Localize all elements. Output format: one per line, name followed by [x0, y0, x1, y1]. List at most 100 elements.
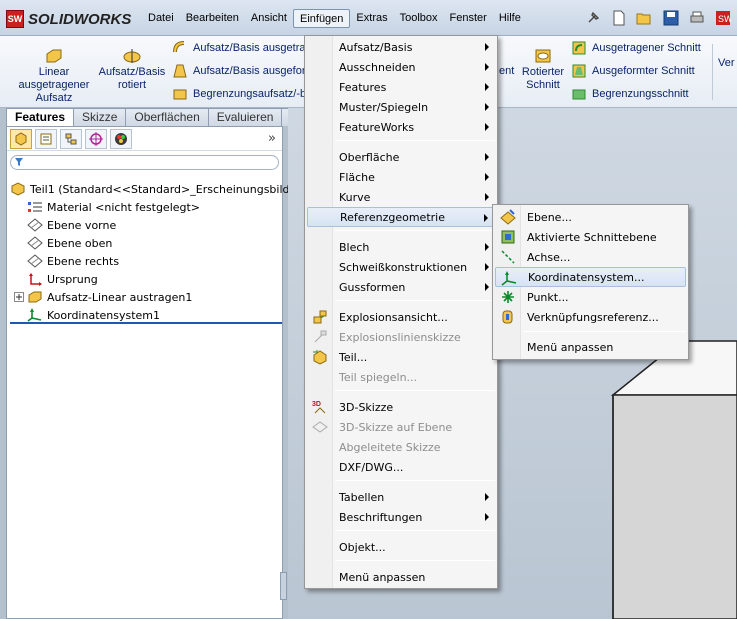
menu-item-label: Teil spiegeln...: [339, 370, 418, 384]
menu-item-label: Gussformen: [339, 280, 406, 294]
boundary-boss-label: Begrenzungsaufsatz/-b: [193, 88, 307, 100]
menu-ansicht[interactable]: Ansicht: [245, 9, 293, 28]
menu-item-label: Menü anpassen: [339, 570, 426, 584]
menu-fenster[interactable]: Fenster: [444, 9, 493, 28]
linear-boss-button[interactable]: Linear ausgetragener Aufsatz: [14, 48, 94, 105]
display-manager-tab-icon[interactable]: [110, 128, 132, 149]
menu-hilfe[interactable]: Hilfe: [493, 9, 527, 28]
tree-material[interactable]: Material <nicht festgelegt>: [27, 198, 200, 216]
menu-item-label: Menü anpassen: [527, 340, 614, 354]
menu-item-3d-skizze-auf-ebene: 3D-Skizze auf Ebene: [307, 417, 495, 437]
tree-origin[interactable]: Ursprung: [27, 270, 98, 288]
submenu-arrow-icon: [485, 43, 489, 51]
menu-item-oberflaeche[interactable]: Oberfläche: [307, 147, 495, 167]
expand-plus-icon[interactable]: [14, 292, 24, 302]
section-plane-icon: [499, 229, 517, 245]
tree-part-root[interactable]: Teil1 (Standard<<Standard>_Erscheinungsb…: [10, 180, 290, 198]
panel-splitter-handle[interactable]: [280, 572, 287, 600]
menu-item-referenzgeometrie[interactable]: Referenzgeometrie: [307, 207, 495, 227]
menu-item-label: Ausschneiden: [339, 60, 416, 74]
new-document-icon[interactable]: [608, 7, 630, 29]
boundary-boss-button[interactable]: Begrenzungsaufsatz/-b: [172, 86, 306, 102]
lofted-cut-button[interactable]: Ausgeformter Schnitt: [571, 63, 695, 79]
open-folder-icon[interactable]: [634, 7, 656, 29]
rollback-bar[interactable]: [10, 322, 282, 324]
tree-label: Ebene vorne: [47, 218, 117, 232]
panel-more-chevron-icon[interactable]: »: [268, 131, 276, 146]
menu-item-flaeche[interactable]: Fläche: [307, 167, 495, 187]
menu-item-ausschneiden[interactable]: Ausschneiden: [307, 57, 495, 77]
sweep-boss-button[interactable]: Aufsatz/Basis ausgetra: [172, 40, 306, 56]
configuration-manager-tab-icon[interactable]: [60, 128, 82, 149]
menu-item-aufsatz-basis[interactable]: Aufsatz/Basis: [307, 37, 495, 57]
submenu-item-verknuepfungsreferenz[interactable]: Verknüpfungsreferenz...: [495, 307, 686, 327]
menu-item-menue-anpassen[interactable]: Menü anpassen: [307, 567, 495, 587]
revolved-boss-label: Aufsatz/Basis rotiert: [98, 66, 166, 91]
extruded-cut-partial[interactable]: ent: [499, 65, 514, 77]
feature-manager-tab-icon[interactable]: [10, 128, 32, 149]
tab-evaluieren[interactable]: Evaluieren: [207, 108, 283, 126]
revolved-boss-button[interactable]: Aufsatz/Basis rotiert: [97, 48, 167, 92]
menu-item-gussformen[interactable]: Gussformen: [307, 277, 495, 297]
menu-item-featureworks[interactable]: FeatureWorks: [307, 117, 495, 137]
tree-plane-front[interactable]: Ebene vorne: [27, 216, 116, 234]
extrude-boss-icon: [28, 291, 42, 303]
menu-item-schweisskonstruktionen[interactable]: Schweißkonstruktionen: [307, 257, 495, 277]
save-icon[interactable]: [660, 7, 682, 29]
command-manager-tabs: Features Skizze Oberflächen Evaluieren M: [6, 108, 310, 126]
menu-item-blech[interactable]: Blech: [307, 237, 495, 257]
ribbon-separator: [712, 44, 713, 100]
submenu-item-achse[interactable]: Achse...: [495, 247, 686, 267]
menu-item-tabellen[interactable]: Tabellen: [307, 487, 495, 507]
revolved-cut-button[interactable]: Rotierter Schnitt: [516, 48, 570, 92]
menu-toolbox[interactable]: Toolbox: [394, 9, 444, 28]
tab-features[interactable]: Features: [6, 108, 75, 126]
boundary-cut-button[interactable]: Begrenzungsschnitt: [571, 86, 689, 102]
menu-datei[interactable]: Datei: [142, 9, 180, 28]
pin-icon[interactable]: [582, 7, 604, 29]
menu-extras[interactable]: Extras: [350, 9, 393, 28]
submenu-item-ebene[interactable]: Ebene...: [495, 207, 686, 227]
tree-plane-top[interactable]: Ebene oben: [27, 234, 112, 252]
loft-boss-button[interactable]: Aufsatz/Basis ausgefor: [172, 63, 306, 79]
menu-separator: [335, 560, 495, 561]
menu-item-explosionsansicht[interactable]: Explosionsansicht...: [307, 307, 495, 327]
menu-separator: [335, 530, 495, 531]
submenu-item-menue-anpassen[interactable]: Menü anpassen: [495, 337, 686, 357]
menu-item-label: Referenzgeometrie: [340, 210, 445, 224]
menu-item-beschriftungen[interactable]: Beschriftungen: [307, 507, 495, 527]
menu-einfuegen[interactable]: Einfügen: [292, 9, 351, 28]
feature-manager-panel: » Teil1 (Standard<<Standard>_Erscheinung…: [6, 126, 290, 619]
tree-plane-right[interactable]: Ebene rechts: [27, 252, 119, 270]
submenu-arrow-icon: [485, 493, 489, 501]
submenu-item-punkt[interactable]: Punkt...: [495, 287, 686, 307]
dimxpert-manager-tab-icon[interactable]: [85, 128, 107, 149]
submenu-arrow-icon: [485, 513, 489, 521]
window-close-icon[interactable]: SW: [712, 7, 734, 29]
ribbon-overflow-label: Ver: [718, 57, 735, 69]
solidworks-logo[interactable]: SW SOLIDWORKS: [6, 9, 131, 29]
explode-view-icon: [311, 309, 329, 325]
menu-item-label: Fläche: [339, 170, 375, 184]
swept-cut-button[interactable]: Ausgetragener Schnitt: [571, 40, 701, 56]
submenu-item-koordinatensystem[interactable]: Koordinatensystem...: [495, 267, 686, 287]
submenu-item-aktivierte-schnittebene[interactable]: Aktivierte Schnittebene: [495, 227, 686, 247]
feature-filter[interactable]: [10, 155, 279, 170]
tab-skizze[interactable]: Skizze: [73, 108, 127, 126]
property-manager-tab-icon[interactable]: [35, 128, 57, 149]
menu-item-kurve[interactable]: Kurve: [307, 187, 495, 207]
menu-item-teil[interactable]: Teil...: [307, 347, 495, 367]
menu-separator: [335, 390, 495, 391]
menu-item-objekt[interactable]: Objekt...: [307, 537, 495, 557]
menu-item-3d-skizze[interactable]: 3D 3D-Skizze: [307, 397, 495, 417]
menu-item-dxf-dwg[interactable]: DXF/DWG...: [307, 457, 495, 477]
tree-extrude-feature[interactable]: Aufsatz-Linear austragen1: [14, 288, 192, 306]
print-icon[interactable]: [686, 7, 708, 29]
svg-text:SW: SW: [718, 14, 731, 24]
ribbon-overflow-partial[interactable]: Ver: [718, 57, 735, 69]
submenu-arrow-icon: [484, 214, 488, 222]
menu-bearbeiten[interactable]: Bearbeiten: [180, 9, 245, 28]
menu-item-muster-spiegeln[interactable]: Muster/Spiegeln: [307, 97, 495, 117]
tab-oberflaechen[interactable]: Oberflächen: [125, 108, 209, 126]
menu-item-features[interactable]: Features: [307, 77, 495, 97]
